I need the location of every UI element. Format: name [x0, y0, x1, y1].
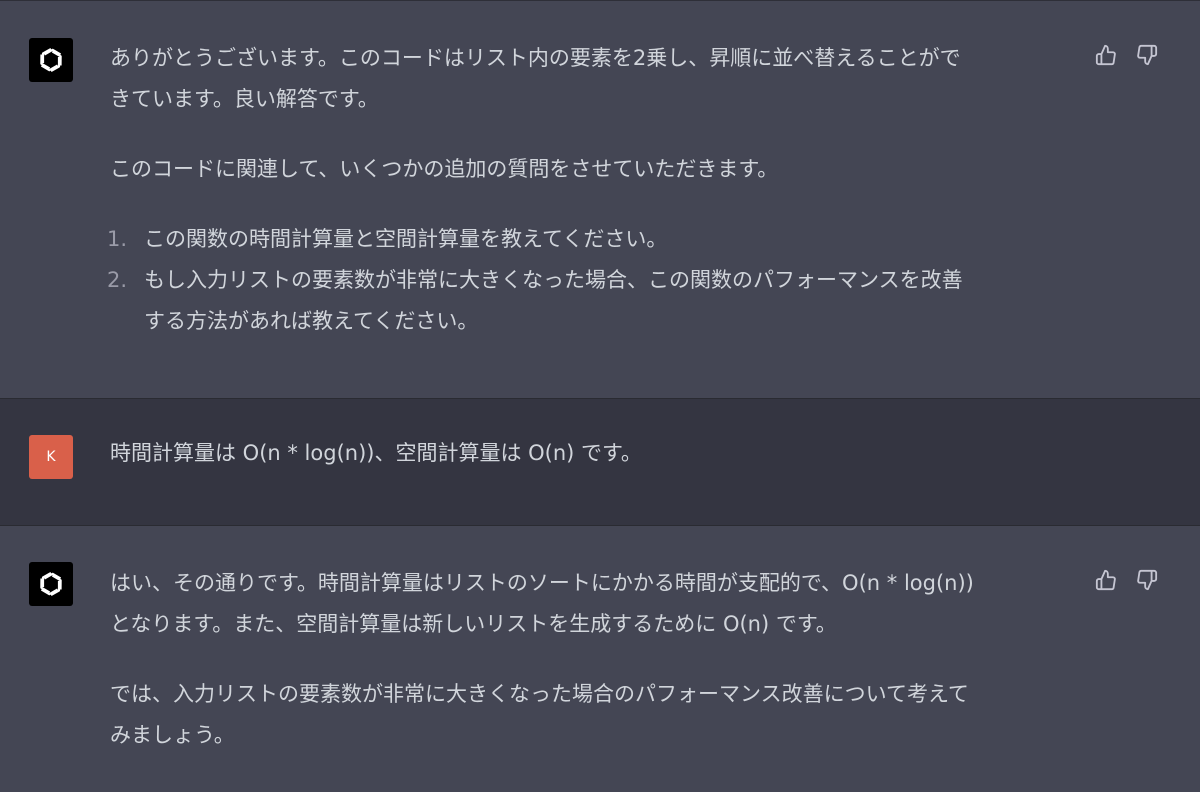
message-content: ありがとうございます。このコードはリスト内の要素を2乗し、昇順に並べ替えることが…	[107, 38, 1085, 342]
message-paragraph: このコードに関連して、いくつかの追加の質問をさせていただきます。	[110, 157, 779, 181]
thumbs-down-button[interactable]	[1135, 43, 1159, 67]
message-paragraph: では、入力リストの要素数が非常に大きくなった場合のパフォーマンス改善について考え…	[110, 682, 969, 706]
message-paragraph: みましょう。	[110, 723, 235, 747]
assistant-message: はい、その通りです。時間計算量はリストのソートにかかる時間が支配的で、O(n *…	[0, 526, 1200, 792]
numbered-list: 1. この関数の時間計算量と空間計算量を教えてください。 2. もし入力リストの…	[107, 219, 1085, 342]
assistant-avatar	[29, 38, 73, 82]
message-paragraph: はい、その通りです。時間計算量はリストのソートにかかる時間が支配的で、O(n *…	[110, 571, 974, 595]
list-item: 1. この関数の時間計算量と空間計算量を教えてください。	[107, 219, 1085, 260]
message-paragraph: ありがとうございます。このコードはリスト内の要素を2乗し、昇順に並べ替えることが…	[110, 46, 961, 70]
message-paragraph: となります。また、空間計算量は新しいリストを生成するために O(n) です。	[110, 612, 837, 636]
thumbs-down-button[interactable]	[1135, 568, 1159, 592]
message-paragraph: きています。良い解答です。	[110, 87, 379, 111]
feedback-buttons	[1094, 43, 1159, 67]
thumbs-up-icon	[1095, 44, 1116, 66]
assistant-message: ありがとうございます。このコードはリスト内の要素を2乗し、昇順に並べ替えることが…	[0, 1, 1200, 398]
user-avatar-letter: K	[46, 449, 56, 465]
chat-thread: ありがとうございます。このコードはリスト内の要素を2乗し、昇順に並べ替えることが…	[0, 0, 1200, 792]
thumbs-up-button[interactable]	[1094, 568, 1118, 592]
thumbs-down-icon	[1137, 569, 1158, 591]
assistant-avatar	[29, 562, 73, 606]
thumbs-up-icon	[1095, 569, 1116, 591]
openai-logo-icon	[40, 48, 62, 72]
list-item-text: この関数の時間計算量と空間計算量を教えてください。	[144, 227, 668, 251]
message-paragraph: 時間計算量は O(n * log(n))、空間計算量は O(n) です。	[110, 441, 642, 465]
thumbs-up-button[interactable]	[1094, 43, 1118, 67]
openai-logo-icon	[40, 572, 62, 596]
list-item: 2. もし入力リストの要素数が非常に大きくなった場合、この関数のパフォーマンスを…	[107, 260, 1085, 342]
message-content: はい、その通りです。時間計算量はリストのソートにかかる時間が支配的で、O(n *…	[110, 563, 1085, 756]
list-number: 1.	[107, 227, 128, 251]
feedback-buttons	[1094, 568, 1159, 592]
list-number: 2.	[107, 268, 128, 292]
list-item-text: もし入力リストの要素数が非常に大きくなった場合、この関数のパフォーマンスを改善	[144, 268, 963, 292]
thumbs-down-icon	[1137, 44, 1158, 66]
message-content: 時間計算量は O(n * log(n))、空間計算量は O(n) です。	[110, 433, 1085, 474]
user-message: K 時間計算量は O(n * log(n))、空間計算量は O(n) です。	[0, 398, 1200, 526]
user-avatar: K	[29, 435, 73, 479]
list-item-text: する方法があれば教えてください。	[144, 309, 479, 333]
